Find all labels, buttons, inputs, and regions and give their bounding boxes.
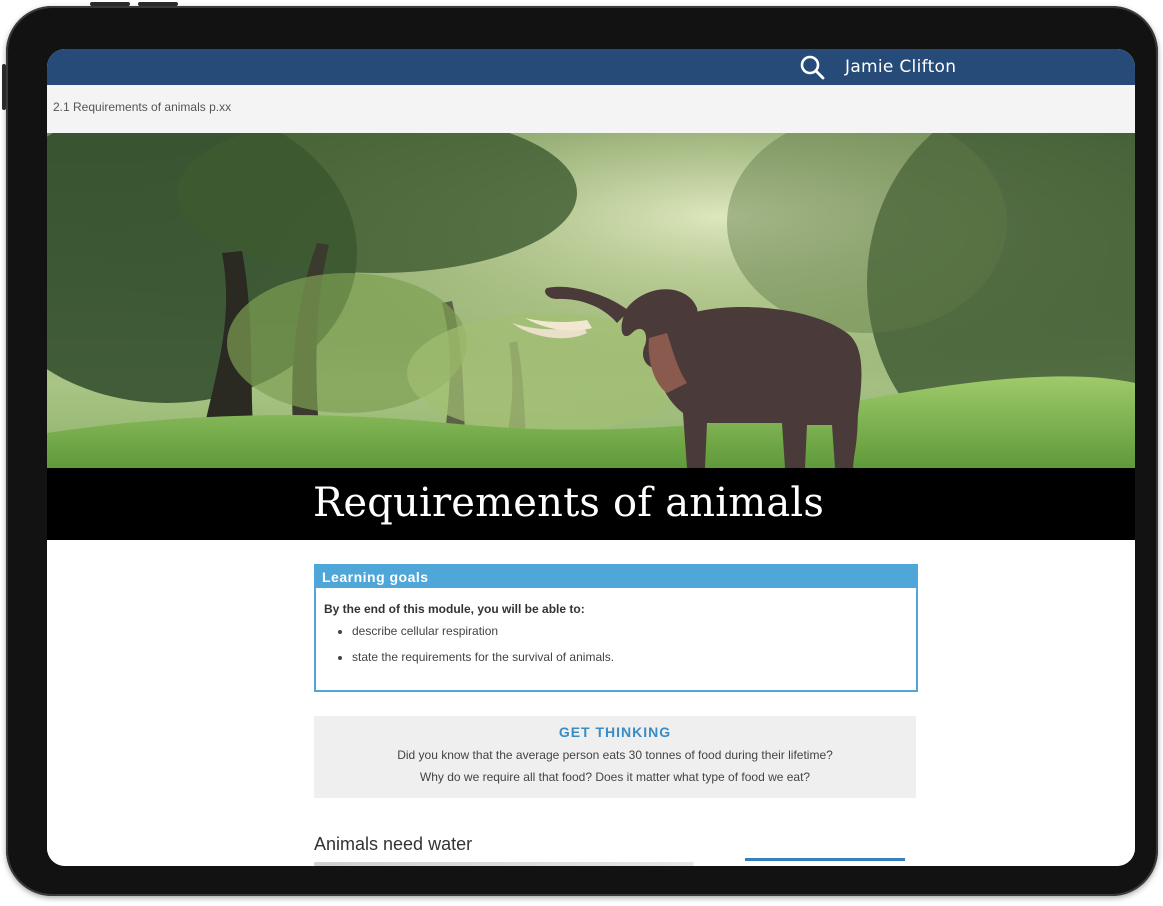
get-thinking-box: GET THINKING Did you know that the avera… bbox=[314, 716, 916, 798]
tablet-top-button bbox=[90, 2, 130, 6]
learning-goals-list: describe cellular respiration state the … bbox=[316, 624, 916, 664]
breadcrumb-bar: 2.1 Requirements of animals p.xx bbox=[47, 85, 1135, 134]
learning-goals-header: Learning goals bbox=[316, 566, 916, 588]
list-item: state the requirements for the survival … bbox=[352, 650, 916, 664]
top-navigation-bar: Jamie Clifton bbox=[47, 49, 1135, 85]
learning-goals-box: Learning goals By the end of this module… bbox=[314, 564, 918, 692]
search-icon[interactable] bbox=[798, 53, 826, 81]
faded-paragraph bbox=[314, 862, 694, 866]
main-content: Learning goals By the end of this module… bbox=[47, 540, 1135, 866]
hero-title-band: Requirements of animals bbox=[47, 468, 1135, 540]
tablet-side-button bbox=[2, 64, 6, 110]
get-thinking-line: Did you know that the average person eat… bbox=[397, 748, 833, 762]
page-title: Requirements of animals bbox=[313, 480, 825, 526]
get-thinking-title: GET THINKING bbox=[558, 724, 672, 740]
hero-image bbox=[47, 133, 1135, 468]
user-name[interactable]: Jamie Clifton bbox=[845, 52, 956, 82]
breadcrumb[interactable]: 2.1 Requirements of animals p.xx bbox=[53, 100, 231, 114]
tablet-top-button-2 bbox=[138, 2, 178, 6]
learning-goals-intro: By the end of this module, you will be a… bbox=[324, 602, 585, 616]
list-item: describe cellular respiration bbox=[352, 624, 916, 638]
side-card-top-border bbox=[745, 858, 905, 861]
screen: Jamie Clifton 2.1 Requirements of animal… bbox=[47, 49, 1135, 866]
section-heading: Animals need water bbox=[314, 834, 473, 854]
get-thinking-line: Why do we require all that food? Does it… bbox=[419, 770, 811, 784]
